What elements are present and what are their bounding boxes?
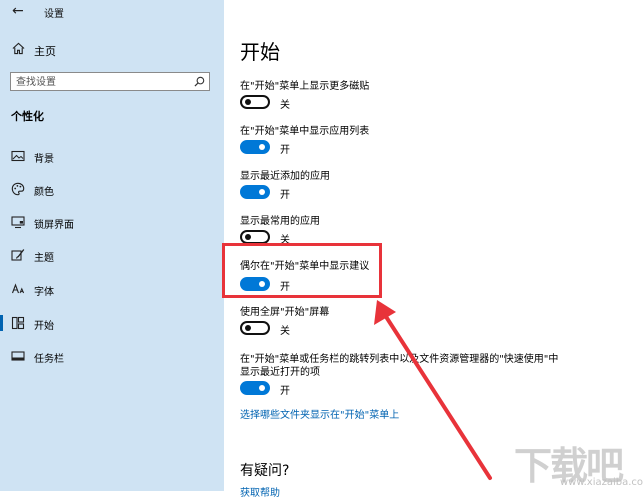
toggle-recent-items[interactable] <box>240 381 270 395</box>
toggle-knob <box>245 325 251 331</box>
sidebar-item-label: 任务栏 <box>34 354 64 365</box>
highlight-box <box>222 243 382 298</box>
search-input[interactable] <box>16 75 186 89</box>
toggle-recently-added[interactable] <box>240 185 270 199</box>
app-title: 设置 <box>44 9 64 20</box>
toggle-knob <box>259 189 265 195</box>
toggle-knob <box>245 99 251 105</box>
watermark: 下载吧 www.xiazaiba.com <box>506 435 643 491</box>
palette-icon <box>11 182 25 196</box>
start-icon <box>11 316 25 330</box>
toggle-more-tiles[interactable] <box>240 95 270 109</box>
toggle-knob <box>259 385 265 391</box>
sidebar-item-start[interactable]: 开始 <box>0 313 224 335</box>
font-icon <box>11 283 25 294</box>
toggle-app-list[interactable] <box>240 140 270 154</box>
home-icon <box>12 42 25 55</box>
setting-label-full-screen: 使用全屏"开始"屏幕 <box>240 307 330 318</box>
toggle-state-text: 关 <box>280 100 290 111</box>
sidebar-item-color[interactable]: 颜色 <box>0 179 224 201</box>
section-heading-personalization: 个性化 <box>11 110 44 123</box>
sidebar-item-label: 字体 <box>34 287 54 298</box>
setting-label-more-tiles: 在"开始"菜单上显示更多磁贴 <box>240 81 370 92</box>
taskbar-icon <box>11 351 25 361</box>
toggle-knob <box>259 144 265 150</box>
lock-screen-icon <box>11 216 25 229</box>
sidebar-item-label: 主题 <box>34 253 54 264</box>
home-label: 主页 <box>34 45 56 58</box>
toggle-state-text: 开 <box>280 145 290 156</box>
toggle-full-screen[interactable] <box>240 321 270 335</box>
sidebar-item-home[interactable]: 主页 <box>0 40 224 62</box>
choose-folders-link[interactable]: 选择哪些文件夹显示在"开始"菜单上 <box>240 406 399 421</box>
setting-label-recently-added: 显示最近添加的应用 <box>240 171 330 182</box>
get-help-link[interactable]: 获取帮助 <box>240 484 280 499</box>
page-title: 开始 <box>240 40 280 64</box>
setting-label-most-used: 显示最常用的应用 <box>240 216 320 227</box>
toggle-most-used[interactable] <box>240 230 270 244</box>
sidebar-item-label: 颜色 <box>34 187 54 198</box>
sidebar-item-themes[interactable]: 主题 <box>0 245 224 267</box>
picture-icon <box>11 150 25 162</box>
back-arrow-icon[interactable]: ← <box>12 3 24 19</box>
sidebar: ← 设置 主页 个性化 背景 颜色 <box>0 0 224 491</box>
sidebar-item-lock-screen[interactable]: 锁屏界面 <box>0 212 224 234</box>
sidebar-item-label: 开始 <box>34 321 54 332</box>
toggle-state-text: 关 <box>280 326 290 337</box>
brush-icon <box>11 249 25 261</box>
setting-label-app-list: 在"开始"菜单中显示应用列表 <box>240 126 370 137</box>
toggle-state-text: 开 <box>280 386 290 397</box>
search-icon[interactable] <box>194 76 205 87</box>
sidebar-item-background[interactable]: 背景 <box>0 146 224 168</box>
sidebar-item-label: 锁屏界面 <box>34 220 74 231</box>
title-bar: ← 设置 <box>0 0 224 26</box>
watermark-url: www.xiazaiba.com <box>560 477 643 488</box>
sidebar-item-label: 背景 <box>34 154 54 165</box>
toggle-state-text: 开 <box>280 190 290 201</box>
setting-label-recent-items-line2: 显示最近打开的项 <box>240 367 320 378</box>
search-box[interactable] <box>10 72 210 91</box>
sidebar-item-taskbar[interactable]: 任务栏 <box>0 346 224 368</box>
question-heading: 有疑问? <box>240 463 290 479</box>
sidebar-item-fonts[interactable]: 字体 <box>0 279 224 301</box>
toggle-knob <box>245 234 251 240</box>
